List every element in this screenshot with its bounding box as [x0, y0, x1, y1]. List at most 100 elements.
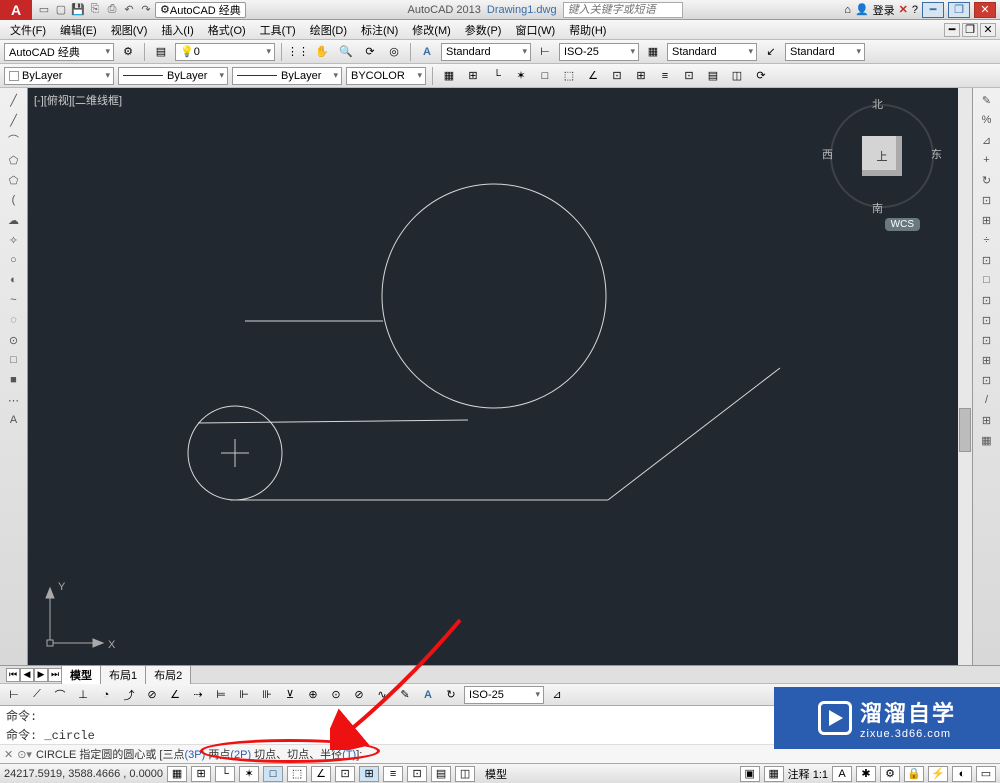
cmd-close-icon[interactable]: ✕	[4, 748, 13, 761]
viewcube-north[interactable]: 北	[872, 96, 883, 112]
tab-nav-first[interactable]: ⏮	[6, 668, 20, 682]
text-tool-icon[interactable]: A	[3, 411, 25, 429]
lwt-icon[interactable]: ≡	[655, 66, 675, 86]
trim-tool-icon[interactable]: □	[976, 271, 998, 289]
viewcube-top-face[interactable]: 上	[862, 136, 902, 176]
color-bylayer-combo[interactable]: ByLayer	[4, 67, 114, 85]
tab-nav-last[interactable]: ⏭	[48, 668, 62, 682]
chamfer-tool-icon[interactable]: ⊞	[976, 351, 998, 369]
osnap3d-icon[interactable]: ⬚	[559, 66, 579, 86]
linetype-combo[interactable]: ByLayer	[118, 67, 228, 85]
am-icon[interactable]: ⟳	[751, 66, 771, 86]
dim-continue-icon[interactable]: ⊩	[234, 685, 254, 705]
dim-insp-icon[interactable]: ⊘	[349, 685, 369, 705]
spline-tool-icon[interactable]: ✧	[3, 231, 25, 249]
mleaderstyle-combo[interactable]: Standard	[785, 43, 865, 61]
wcs-badge[interactable]: WCS	[885, 218, 920, 231]
drawing-canvas[interactable]: [-][俯视][二维线框] X Y	[28, 88, 972, 665]
block-tool-icon[interactable]: ⊙	[3, 331, 25, 349]
dim-tedit-icon[interactable]: A	[418, 685, 438, 705]
dim-jogline-icon[interactable]: ∿	[372, 685, 392, 705]
circle-tool-icon[interactable]: ○	[3, 251, 25, 269]
cmd-opt-3p[interactable]: (3P)	[184, 749, 205, 761]
layer-prop-icon[interactable]: ▤	[151, 42, 171, 62]
dim-arc-icon[interactable]: ⌒	[50, 685, 70, 705]
doc-restore-button[interactable]: ❐	[962, 23, 978, 37]
app-logo[interactable]: A	[0, 0, 32, 20]
qat-save-icon[interactable]: 💾	[70, 2, 86, 18]
anno-vis-icon[interactable]: ✱	[856, 766, 876, 782]
array-tool-icon[interactable]: ↻	[976, 171, 998, 189]
dim-space-icon[interactable]: ⊪	[257, 685, 277, 705]
status-quickview-icon[interactable]: ▦	[764, 766, 784, 782]
fillet-tool-icon[interactable]: ⊡	[976, 371, 998, 389]
osnap-icon[interactable]: □	[535, 66, 555, 86]
status-ortho-icon[interactable]: └	[215, 766, 235, 782]
menu-dimension[interactable]: 标注(N)	[355, 20, 404, 40]
tab-layout1[interactable]: 布局1	[100, 665, 146, 684]
doc-minimize-button[interactable]: ━	[944, 23, 960, 37]
plotstyle-combo[interactable]: BYCOLOR	[346, 67, 426, 85]
status-model-button[interactable]: 模型	[479, 766, 513, 782]
dim-style-combo[interactable]: ISO-25	[464, 686, 544, 704]
social-icon[interactable]: ⌂	[844, 4, 851, 16]
doc-close-button[interactable]: ✕	[980, 23, 996, 37]
polygon-tool-icon[interactable]: ⬠	[3, 151, 25, 169]
sc-icon[interactable]: ◫	[727, 66, 747, 86]
clean-screen-icon[interactable]: ▭	[976, 766, 996, 782]
viewcube[interactable]: 上 北 南 西 东	[822, 96, 942, 216]
ws-switch-icon[interactable]: ⚙	[880, 766, 900, 782]
draworder-tool-icon[interactable]: ⊞	[976, 411, 998, 429]
cmd-opt-t[interactable]: (T)	[342, 749, 356, 761]
dim-diameter-icon[interactable]: ⊘	[142, 685, 162, 705]
qat-redo-icon[interactable]: ↷	[138, 2, 154, 18]
vertical-scrollbar[interactable]	[958, 88, 972, 665]
donut-tool-icon[interactable]: ◌	[3, 311, 25, 329]
status-3dosnap-icon[interactable]: ⬚	[287, 766, 307, 782]
viewcube-west[interactable]: 西	[822, 146, 833, 162]
viewcube-east[interactable]: 东	[931, 146, 942, 162]
menu-modify[interactable]: 修改(M)	[406, 20, 457, 40]
stretch-tool-icon[interactable]: ⊡	[976, 251, 998, 269]
vertical-scrollbar-thumb[interactable]	[959, 408, 971, 452]
snap-icon[interactable]: ▦	[439, 66, 459, 86]
dim-edit-icon[interactable]: ✎	[395, 685, 415, 705]
grid-icon[interactable]: ⊞	[463, 66, 483, 86]
offset-tool-icon[interactable]: +	[976, 151, 998, 169]
erase-tool-icon[interactable]: ✎	[976, 91, 998, 109]
extend-tool-icon[interactable]: ⊡	[976, 291, 998, 309]
steering-icon[interactable]: ◎	[384, 42, 404, 62]
status-grid-icon[interactable]: ⊞	[191, 766, 211, 782]
tab-nav-prev[interactable]: ◀	[20, 668, 34, 682]
dim-ord-icon[interactable]: ⊥	[73, 685, 93, 705]
revcloud-tool-icon[interactable]: ☁	[3, 211, 25, 229]
workspace-gear-icon[interactable]: ⚙	[118, 42, 138, 62]
qat-saveas-icon[interactable]: ⎘	[87, 2, 103, 18]
ortho-icon[interactable]: └	[487, 66, 507, 86]
workspace-combo[interactable]: AutoCAD 经典	[4, 43, 114, 61]
lineweight-combo[interactable]: ByLayer	[232, 67, 342, 85]
status-lwt-icon[interactable]: ≡	[383, 766, 403, 782]
line-tool-icon[interactable]: ╱	[3, 91, 25, 109]
login-label[interactable]: 登录	[873, 2, 895, 18]
mirror-tool-icon[interactable]: ⊿	[976, 131, 998, 149]
toolbar-lock-icon[interactable]: 🔒	[904, 766, 924, 782]
anno-scale-label[interactable]: 注释 1:1	[788, 766, 828, 782]
window-restore-button[interactable]: ❐	[948, 2, 970, 18]
status-sc-icon[interactable]: ◫	[455, 766, 475, 782]
dim-linear-icon[interactable]: ⊢	[4, 685, 24, 705]
workspace-selector[interactable]: ⚙ AutoCAD 经典	[155, 2, 246, 18]
menu-view[interactable]: 视图(V)	[105, 20, 154, 40]
qp-icon[interactable]: ▤	[703, 66, 723, 86]
explode-tool-icon[interactable]: /	[976, 391, 998, 409]
orbit-icon[interactable]: ⟳	[360, 42, 380, 62]
dim-radius-icon[interactable]: ◔	[96, 685, 116, 705]
viewcube-south[interactable]: 南	[872, 200, 883, 216]
exchange-x-icon[interactable]: ✕	[899, 3, 908, 16]
xline-tool-icon[interactable]: ╱	[3, 111, 25, 129]
dim-angular-icon[interactable]: ∠	[165, 685, 185, 705]
user-icon[interactable]: 👤	[855, 3, 869, 16]
move-tool-icon[interactable]: ⊡	[976, 191, 998, 209]
tpy-icon[interactable]: ⊡	[679, 66, 699, 86]
tab-nav-next[interactable]: ▶	[34, 668, 48, 682]
